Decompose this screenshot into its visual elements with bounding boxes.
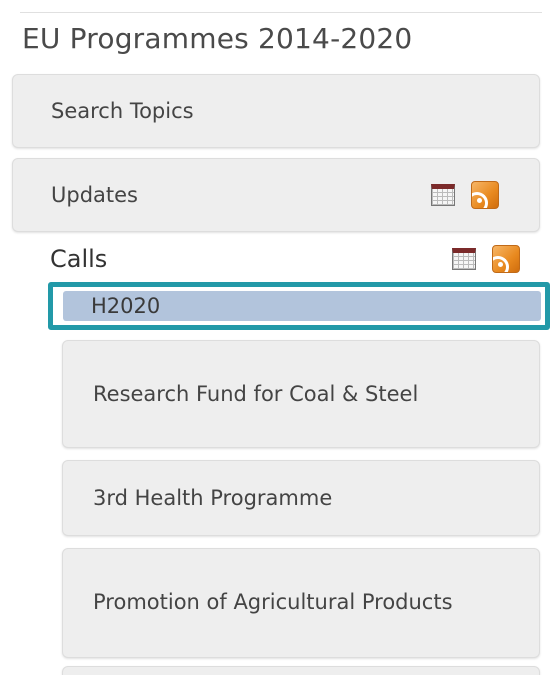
panel-title: EU Programmes 2014-2020 [22,22,413,55]
updates-icons [431,181,499,209]
calls-icons [452,245,520,273]
calls-item-label: Research Fund for Coal & Steel [93,382,419,406]
calendar-icon[interactable] [452,248,476,270]
calls-item-label: Promotion of Agricultural Products [93,590,453,615]
rss-feed-icon[interactable] [492,245,520,273]
calls-item-research-fund-coal-steel[interactable]: Research Fund for Coal & Steel [62,340,540,448]
calls-item-label: H2020 [91,294,161,318]
eu-programmes-panel: EU Programmes 2014-2020 Search Topics Up… [0,0,552,675]
calls-item-next-partial[interactable] [62,666,540,675]
calls-item-h2020[interactable]: H2020 [48,282,550,330]
calls-label: Calls [50,245,108,273]
rss-feed-icon[interactable] [471,181,499,209]
updates-menu-item[interactable]: Updates [12,158,540,232]
calls-menu-item[interactable]: Calls [50,236,520,282]
calendar-icon[interactable] [431,184,455,206]
top-divider [20,12,542,13]
calls-item-3rd-health-programme[interactable]: 3rd Health Programme [62,460,540,536]
calls-item-promotion-agricultural-products[interactable]: Promotion of Agricultural Products [62,548,540,658]
calls-item-h2020-selected: H2020 [63,291,541,321]
search-topics-button[interactable]: Search Topics [12,74,540,148]
calls-item-label: 3rd Health Programme [93,486,333,510]
search-topics-label: Search Topics [51,99,194,123]
updates-label: Updates [51,183,138,207]
